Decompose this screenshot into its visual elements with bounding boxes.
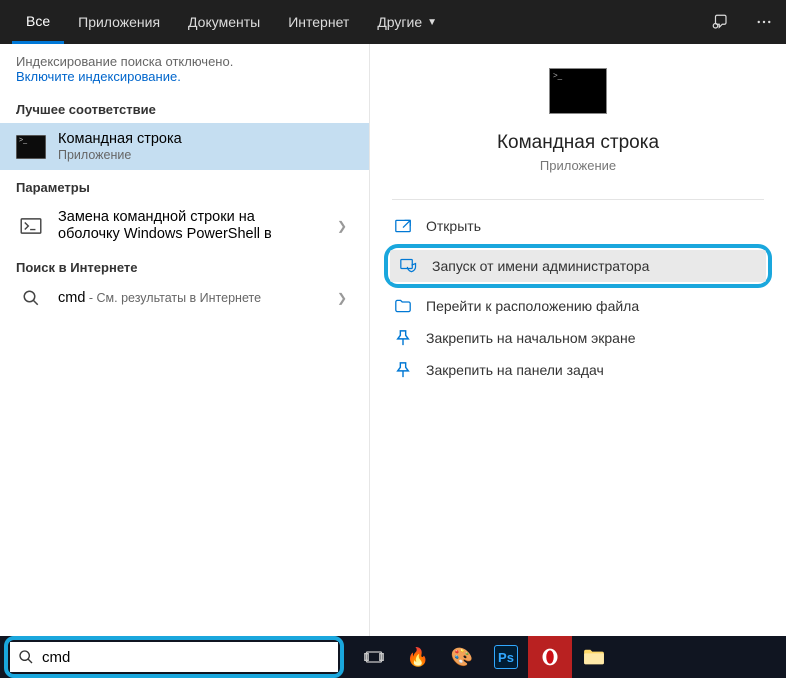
callout-run-admin: Запуск от имени администратора	[384, 244, 772, 288]
action-open-location-label: Перейти к расположению файла	[426, 298, 639, 314]
pin-taskbar-icon	[394, 362, 412, 378]
action-open[interactable]: Открыть	[384, 210, 772, 242]
feedback-icon[interactable]	[698, 0, 742, 44]
tab-other[interactable]: Другие ▼	[363, 0, 451, 44]
action-run-admin[interactable]: Запуск от имени администратора	[390, 250, 766, 282]
action-pin-taskbar-label: Закрепить на панели задач	[426, 362, 604, 378]
section-web-search: Поиск в Интернете	[0, 250, 369, 281]
palette-icon: 🎨	[451, 647, 473, 668]
preview-column: Командная строка Приложение Открыть	[370, 44, 786, 636]
result-web-sep: -	[85, 291, 96, 305]
pin-start-icon	[394, 330, 412, 346]
search-icon	[16, 289, 46, 307]
powershell-setting-icon	[16, 218, 46, 234]
taskbar-app-fire[interactable]: 🔥	[396, 636, 440, 678]
results-column: Индексирование поиска отключено. Включит…	[0, 44, 370, 636]
result-web-text: cmd - См. результаты в Интернете	[58, 290, 325, 306]
task-view-icon	[364, 649, 384, 665]
result-cmd[interactable]: Командная строка Приложение	[0, 123, 369, 170]
action-list: Открыть Запуск от имени администратора П…	[370, 206, 786, 390]
chevron-down-icon: ▼	[427, 17, 437, 28]
result-cmd-title: Командная строка	[58, 131, 353, 147]
action-open-label: Открыть	[426, 218, 481, 234]
section-best-match: Лучшее соответствие	[0, 92, 369, 123]
section-settings: Параметры	[0, 170, 369, 201]
result-web-hint: См. результаты в Интернете	[97, 291, 262, 305]
action-pin-taskbar[interactable]: Закрепить на панели задач	[384, 354, 772, 386]
shield-run-icon	[400, 258, 418, 274]
tab-documents[interactable]: Документы	[174, 0, 274, 44]
preview-thumbnail-cmd-icon	[549, 68, 607, 114]
preview-subtitle: Приложение	[540, 158, 616, 173]
indexing-notice: Индексирование поиска отключено. Включит…	[0, 44, 369, 92]
result-powershell-replace[interactable]: Замена командной строки на оболочку Wind…	[0, 201, 369, 250]
action-pin-start-label: Закрепить на начальном экране	[426, 330, 636, 346]
search-tabs: Все Приложения Документы Интернет Другие…	[0, 0, 786, 44]
taskbar-app-explorer[interactable]	[572, 636, 616, 678]
result-cmd-subtitle: Приложение	[58, 148, 353, 162]
divider	[392, 199, 764, 200]
search-icon	[18, 649, 34, 665]
result-web-cmd[interactable]: cmd - См. результаты в Интернете ❯	[0, 281, 369, 315]
result-web-query: cmd	[58, 290, 85, 306]
task-view-button[interactable]	[352, 636, 396, 678]
result-powershell-line2: оболочку Windows PowerShell в	[58, 226, 325, 242]
tab-apps[interactable]: Приложения	[64, 0, 174, 44]
action-pin-start[interactable]: Закрепить на начальном экране	[384, 322, 772, 354]
tab-internet[interactable]: Интернет	[274, 0, 363, 44]
taskbar: 🔥 🎨 Ps	[0, 636, 786, 678]
preview-title: Командная строка	[497, 132, 659, 154]
cmd-icon	[16, 133, 46, 161]
tab-other-label: Другие	[377, 14, 422, 30]
chevron-right-icon: ❯	[337, 219, 353, 233]
taskbar-app-paint[interactable]: 🎨	[440, 636, 484, 678]
taskbar-app-opera[interactable]	[528, 636, 572, 678]
search-input[interactable]	[42, 649, 330, 666]
folder-icon	[583, 648, 605, 666]
result-powershell-line1: Замена командной строки на	[58, 209, 325, 225]
more-icon[interactable]	[742, 0, 786, 44]
tab-all[interactable]: Все	[12, 0, 64, 44]
photoshop-icon: Ps	[494, 645, 518, 669]
enable-indexing-link[interactable]: Включите индексирование.	[16, 69, 181, 84]
taskbar-app-photoshop[interactable]: Ps	[484, 636, 528, 678]
fire-icon: 🔥	[407, 647, 429, 668]
action-open-location[interactable]: Перейти к расположению файла	[384, 290, 772, 322]
opera-icon	[540, 647, 560, 667]
callout-search-box	[4, 636, 344, 678]
indexing-message: Индексирование поиска отключено.	[16, 54, 353, 69]
folder-icon	[394, 298, 412, 314]
open-icon	[394, 218, 412, 234]
chevron-right-icon: ❯	[337, 291, 353, 305]
action-run-admin-label: Запуск от имени администратора	[432, 258, 649, 274]
taskbar-search-box[interactable]	[10, 642, 338, 672]
